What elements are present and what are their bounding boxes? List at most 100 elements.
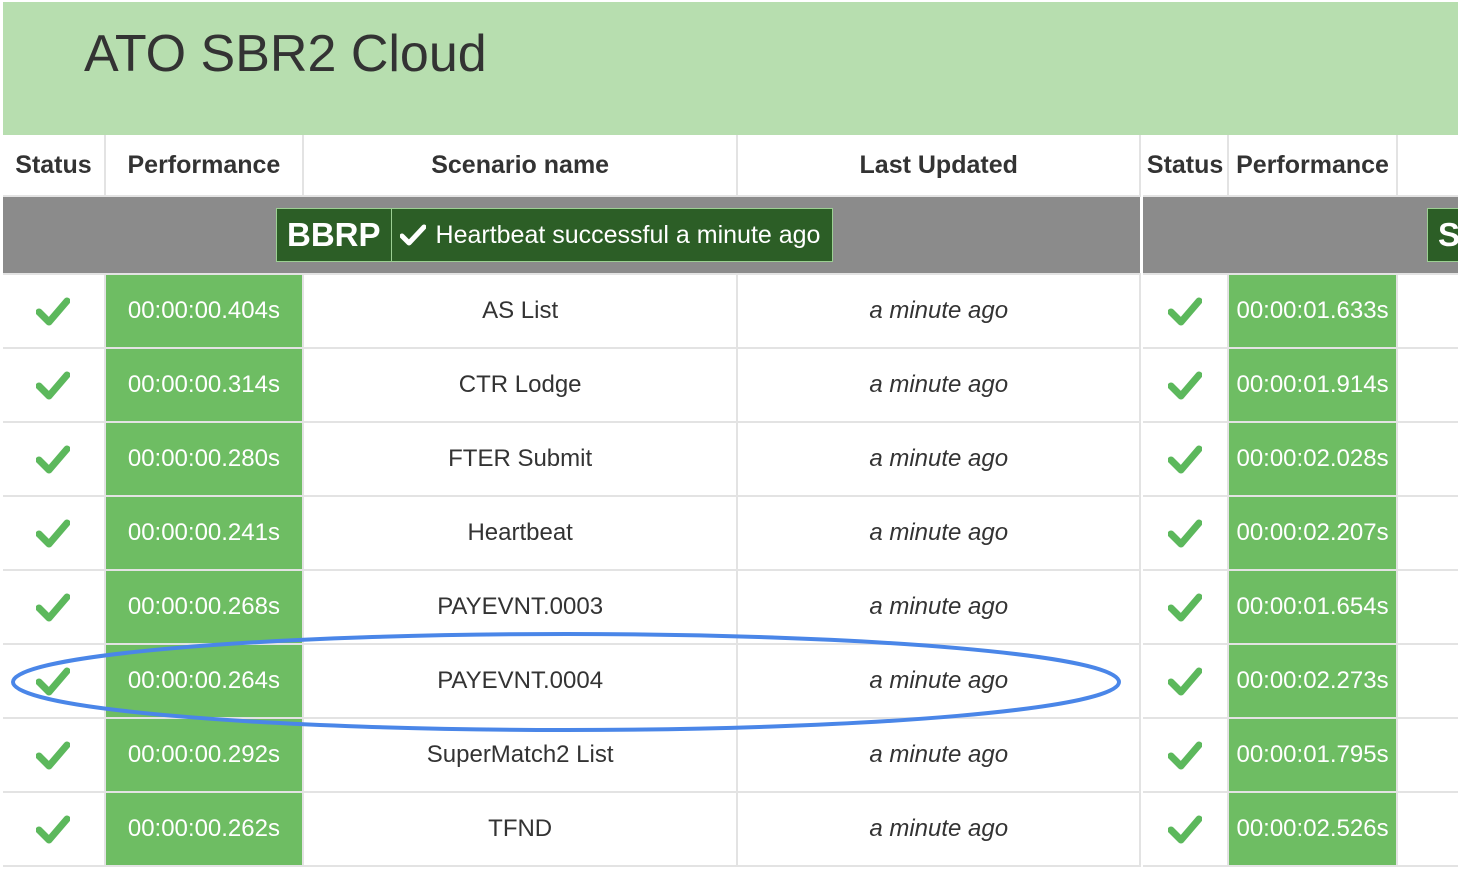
group-bar: BBRP Heartbeat successful a minute ago — [3, 196, 1140, 275]
table-row[interactable]: 00:00:00.268s PAYEVNT.0003 a minute ago — [3, 570, 1141, 645]
last-updated-cell: a minute ago — [737, 348, 1141, 423]
last-updated-cell: a minute ago — [737, 422, 1141, 497]
last-updated-cell: a minute ago — [737, 644, 1141, 719]
scenario-name-cell[interactable] — [1396, 496, 1458, 571]
status-cell — [1143, 570, 1230, 645]
column-header-scenario[interactable]: Scenario name — [302, 135, 739, 197]
table-row[interactable]: 00:00:02.207s — [1143, 496, 1458, 571]
heartbeat-text: Heartbeat successful a minute ago — [435, 221, 821, 249]
status-cell — [1143, 792, 1230, 867]
group-bar-cell: S — [1143, 196, 1458, 275]
table-row[interactable]: 00:00:00.280s FTER Submit a minute ago — [3, 422, 1141, 497]
performance-cell: 00:00:02.207s — [1228, 496, 1398, 571]
group-panel-second: Status Performance S 00:00:01.633s 00:00:… — [1143, 135, 1458, 872]
check-icon — [36, 741, 71, 770]
check-icon — [36, 445, 71, 474]
table-row[interactable]: 00:00:00.241s Heartbeat a minute ago — [3, 496, 1141, 571]
scenario-name-cell[interactable] — [1396, 348, 1458, 423]
dashboard-header: ATO SBR2 Cloud — [3, 2, 1458, 135]
column-header-scenario[interactable] — [1396, 135, 1458, 197]
status-cell — [1143, 496, 1230, 571]
column-header-last-updated[interactable]: Last Updated — [737, 135, 1141, 197]
table-row[interactable]: 00:00:00.264s PAYEVNT.0004 a minute ago — [3, 644, 1141, 719]
scenario-name-cell[interactable] — [1396, 792, 1458, 867]
column-header-performance[interactable]: Performance — [104, 135, 304, 197]
table-row[interactable]: 00:00:01.654s — [1143, 570, 1458, 645]
table-row[interactable]: 00:00:02.028s — [1143, 422, 1458, 497]
column-header-performance[interactable]: Performance — [1228, 135, 1398, 197]
scenario-name-cell[interactable] — [1396, 718, 1458, 793]
check-icon — [1168, 593, 1203, 622]
scenario-name-cell[interactable]: SuperMatch2 List — [302, 718, 739, 793]
performance-cell: 00:00:01.914s — [1228, 348, 1398, 423]
status-cell — [3, 644, 106, 719]
dashboard-title: ATO SBR2 Cloud — [84, 25, 487, 83]
last-updated-cell: a minute ago — [737, 718, 1141, 793]
scenario-name-cell[interactable]: PAYEVNT.0003 — [302, 570, 739, 645]
table-row[interactable]: 00:00:02.273s — [1143, 644, 1458, 719]
table-row[interactable]: 00:00:01.633s — [1143, 274, 1458, 349]
status-cell — [3, 274, 106, 349]
check-icon — [36, 667, 71, 696]
status-cell — [3, 348, 106, 423]
table-row[interactable]: 00:00:00.262s TFND a minute ago — [3, 792, 1141, 867]
scenario-name-cell[interactable]: Heartbeat — [302, 496, 739, 571]
last-updated-cell: a minute ago — [737, 274, 1141, 349]
group-bar: S — [1143, 196, 1458, 275]
check-icon — [1168, 519, 1203, 548]
scenario-name-cell[interactable] — [1396, 274, 1458, 349]
group-badge[interactable]: BBRP Heartbeat successful a minute ago — [276, 208, 834, 262]
status-cell — [3, 570, 106, 645]
performance-cell: 00:00:02.273s — [1228, 644, 1398, 719]
check-icon — [36, 593, 71, 622]
check-icon — [1168, 815, 1203, 844]
group-panel-bbrp: Status Performance Scenario name Last Up… — [3, 135, 1141, 872]
status-cell — [1143, 348, 1230, 423]
check-icon — [1168, 371, 1203, 400]
performance-cell: 00:00:01.633s — [1228, 274, 1398, 349]
performance-cell: 00:00:02.526s — [1228, 792, 1398, 867]
column-header-status[interactable]: Status — [1143, 135, 1230, 197]
last-updated-cell: a minute ago — [737, 792, 1141, 867]
table-row[interactable]: 00:00:00.292s SuperMatch2 List a minute ag… — [3, 718, 1141, 793]
scenario-name-cell[interactable]: AS List — [302, 274, 739, 349]
last-updated-cell: a minute ago — [737, 570, 1141, 645]
scenario-name-cell[interactable] — [1396, 422, 1458, 497]
group-name: S — [1428, 209, 1458, 261]
scenario-name-cell[interactable]: CTR Lodge — [302, 348, 739, 423]
scenario-name-cell[interactable]: PAYEVNT.0004 — [302, 644, 739, 719]
table-row[interactable]: 00:00:01.914s — [1143, 348, 1458, 423]
table-row[interactable]: 00:00:00.314s CTR Lodge a minute ago — [3, 348, 1141, 423]
scenario-name-cell[interactable]: TFND — [302, 792, 739, 867]
status-cell — [3, 422, 106, 497]
table-row[interactable]: 00:00:00.404s AS List a minute ago — [3, 274, 1141, 349]
group-badge[interactable]: S — [1427, 208, 1458, 262]
check-icon — [1168, 667, 1203, 696]
performance-cell: 00:00:00.404s — [104, 274, 304, 349]
column-header-status[interactable]: Status — [3, 135, 106, 197]
scenario-name-cell[interactable]: FTER Submit — [302, 422, 739, 497]
last-updated-cell: a minute ago — [737, 496, 1141, 571]
check-icon — [36, 519, 71, 548]
scenario-table-bbrp: Status Performance Scenario name Last Up… — [3, 135, 1141, 867]
table-row[interactable]: 00:00:02.526s — [1143, 792, 1458, 867]
scenario-name-cell[interactable] — [1396, 644, 1458, 719]
table-row[interactable]: 00:00:01.795s — [1143, 718, 1458, 793]
performance-cell: 00:00:00.314s — [104, 348, 304, 423]
status-cell — [3, 792, 106, 867]
performance-cell: 00:00:01.654s — [1228, 570, 1398, 645]
status-cell — [3, 718, 106, 793]
performance-cell: 00:00:00.292s — [104, 718, 304, 793]
check-icon — [1168, 445, 1203, 474]
group-name: BBRP — [277, 209, 392, 261]
scenario-table-second: Status Performance S 00:00:01.633s 00:00:… — [1143, 135, 1458, 867]
performance-cell: 00:00:00.262s — [104, 792, 304, 867]
status-cell — [1143, 644, 1230, 719]
performance-cell: 00:00:00.241s — [104, 496, 304, 571]
check-icon — [36, 815, 71, 844]
status-cell — [3, 496, 106, 571]
scenario-name-cell[interactable] — [1396, 570, 1458, 645]
check-icon — [36, 371, 71, 400]
status-cell — [1143, 718, 1230, 793]
check-icon — [1168, 297, 1203, 326]
